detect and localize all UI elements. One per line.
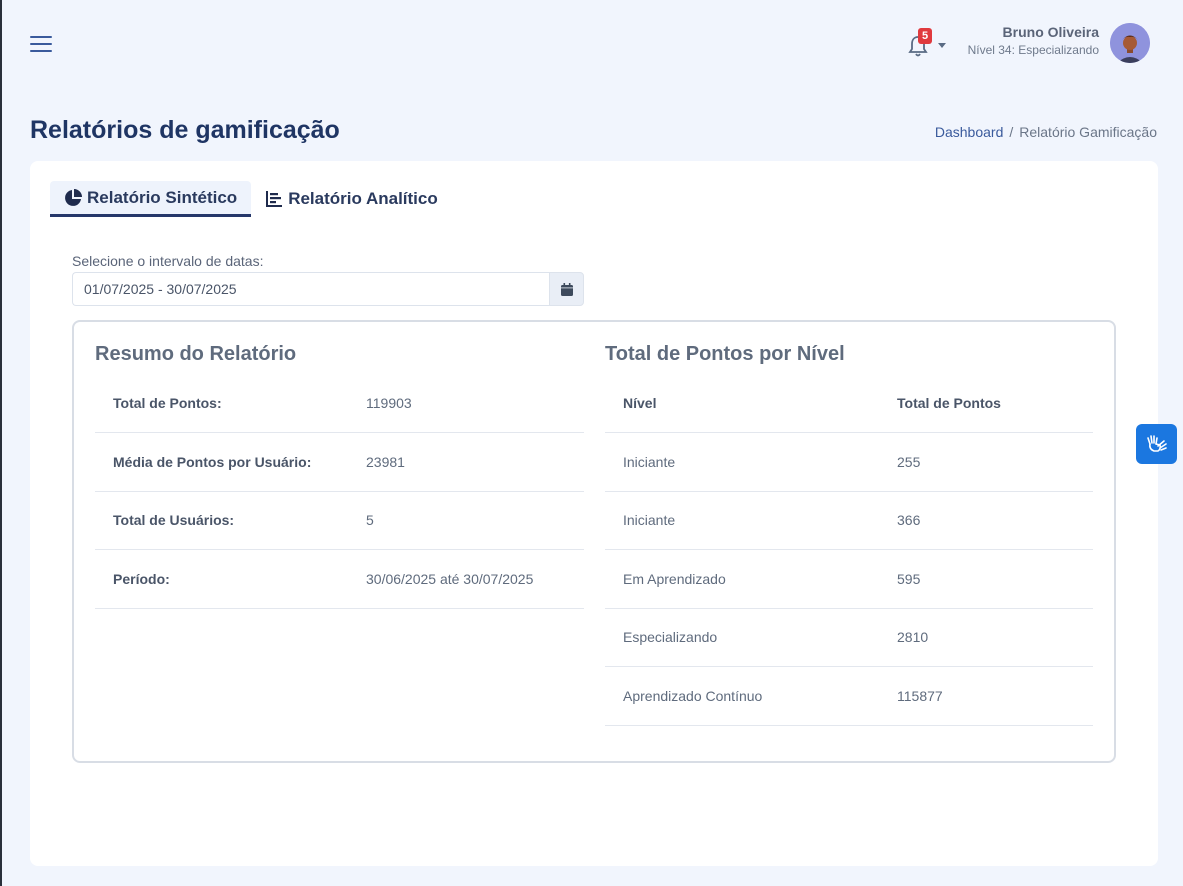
bar-chart-icon [266, 191, 283, 207]
date-range-group [72, 272, 584, 306]
report-tabs: Relatório Sintético Relatório Analítico [50, 181, 452, 217]
breadcrumb-current: Relatório Gamificação [1019, 124, 1157, 140]
summary-key: Período: [95, 549, 347, 609]
chevron-down-icon [938, 43, 946, 48]
levels-table: Nível Total de Pontos Iniciante 255 Inic… [605, 374, 1093, 726]
level-name: Iniciante [605, 432, 879, 492]
level-points: 2810 [879, 608, 1093, 667]
summary-value: 5 [347, 491, 584, 550]
table-row: Aprendizado Contínuo 115877 [605, 666, 1093, 726]
level-name: Iniciante [605, 491, 879, 550]
hamburger-menu-icon[interactable] [30, 36, 52, 54]
levels-title: Total de Pontos por Nível [605, 343, 845, 365]
table-row: Média de Pontos por Usuário: 23981 [95, 432, 584, 492]
calendar-button[interactable] [549, 272, 584, 306]
summary-key: Total de Pontos: [95, 374, 347, 433]
tab-analytic-label: Relatório Analítico [288, 189, 438, 208]
level-points: 255 [879, 432, 1093, 492]
accessibility-button[interactable] [1136, 424, 1177, 464]
level-name: Em Aprendizado [605, 549, 879, 609]
level-points: 595 [879, 549, 1093, 609]
breadcrumb-dashboard-link[interactable]: Dashboard [935, 124, 1004, 140]
table-row: Total de Pontos: 119903 [95, 374, 584, 433]
table-row: Iniciante 255 [605, 432, 1093, 492]
table-header-row: Nível Total de Pontos [605, 374, 1093, 433]
avatar[interactable] [1110, 23, 1150, 63]
report-summary-box: Resumo do Relatório Total de Pontos: 119… [72, 320, 1116, 763]
calendar-icon [560, 282, 573, 296]
level-points: 115877 [879, 666, 1093, 726]
date-range-input[interactable] [72, 272, 549, 306]
user-name: Bruno Oliveira [1002, 24, 1099, 40]
page-title: Relatórios de gamificação [30, 116, 340, 144]
tab-synthetic-report[interactable]: Relatório Sintético [50, 181, 252, 217]
level-points: 366 [879, 491, 1093, 550]
summary-title: Resumo do Relatório [95, 343, 297, 365]
user-info[interactable]: Bruno Oliveira Nível 34: Especializando [968, 23, 1099, 59]
table-row: Iniciante 366 [605, 491, 1093, 550]
summary-value: 119903 [347, 374, 584, 433]
table-row: Total de Usuários: 5 [95, 491, 584, 550]
level-name: Especializando [605, 608, 879, 667]
summary-table: Total de Pontos: 119903 Média de Pontos … [95, 374, 584, 609]
date-range-label: Selecione o intervalo de datas: [72, 253, 264, 269]
summary-key: Total de Usuários: [95, 491, 347, 550]
sign-language-icon [1146, 435, 1167, 452]
report-card: Relatório Sintético Relatório Analítico … [30, 161, 1158, 866]
notification-badge: 5 [918, 28, 932, 44]
pie-chart-icon [65, 188, 82, 206]
notifications-button[interactable]: 5 [905, 28, 949, 60]
breadcrumb-separator: / [1009, 124, 1014, 140]
tab-synthetic-label: Relatório Sintético [87, 187, 238, 207]
summary-value: 23981 [347, 432, 584, 492]
column-header-level: Nível [605, 374, 879, 433]
table-row: Período: 30/06/2025 até 30/07/2025 [95, 549, 584, 609]
table-row: Especializando 2810 [605, 608, 1093, 667]
summary-key: Média de Pontos por Usuário: [95, 432, 347, 492]
user-level: Nível 34: Especializando [967, 43, 1099, 57]
tab-analytic-report[interactable]: Relatório Analítico [251, 181, 452, 217]
table-row: Em Aprendizado 595 [605, 549, 1093, 609]
summary-value: 30/06/2025 até 30/07/2025 [347, 549, 584, 609]
column-header-points: Total de Pontos [879, 374, 1093, 433]
level-name: Aprendizado Contínuo [605, 666, 879, 726]
breadcrumb: Dashboard / Relatório Gamificação [935, 124, 1157, 140]
